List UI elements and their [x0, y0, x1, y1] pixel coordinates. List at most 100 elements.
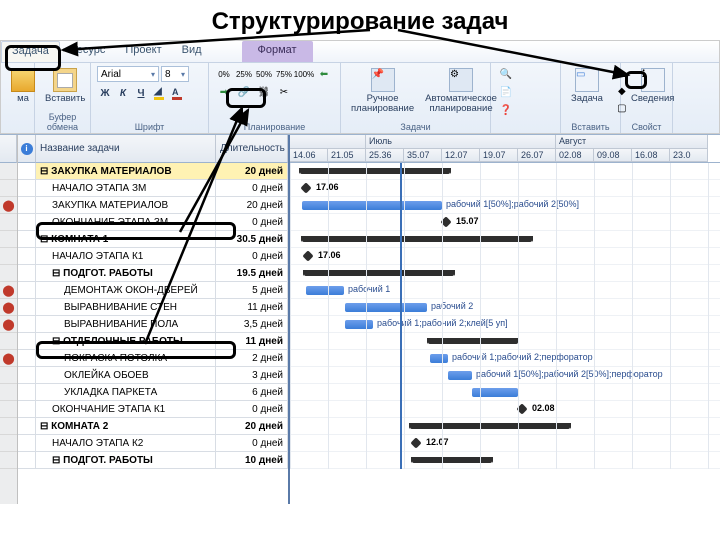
task-name-cell[interactable]: ⊟ ЗАКУПКА МАТЕРИАЛОВ [36, 163, 216, 180]
gantt-row[interactable]: рабочий 2 [290, 299, 720, 316]
task-name-cell[interactable]: ПОКРАСКА ПОТОЛКА [36, 350, 216, 367]
milestone-marker[interactable] [410, 437, 421, 448]
tab-task[interactable]: Задача [1, 41, 60, 62]
duration-cell[interactable]: 20 дней [216, 197, 288, 214]
duration-cell[interactable]: 30.5 дней [216, 231, 288, 248]
task-name-cell[interactable]: ⊟ ПОДГОТ. РАБОТЫ [36, 265, 216, 282]
summary-bar[interactable] [302, 236, 532, 242]
gantt-chart[interactable]: ИюльАвгуст 14.0621.0525.3635.0712.0719.0… [290, 135, 720, 504]
italic-button[interactable]: К [115, 85, 131, 101]
underline-button[interactable]: Ч [133, 85, 149, 101]
manual-schedule-button[interactable]: 📌Ручное планирование [347, 66, 418, 116]
task-name-cell[interactable]: ⊟ КОМНАТА 2 [36, 418, 216, 435]
task-name-cell[interactable]: ВЫРАВНИВАНИЕ СТЕН [36, 299, 216, 316]
duration-cell[interactable]: 20 дней [216, 418, 288, 435]
task-name-cell[interactable]: ⊟ ОТДЕЛОЧНЫЕ РАБОТЫ [36, 333, 216, 350]
task-name-cell[interactable]: ⊟ ПОДГОТ. РАБОТЫ [36, 452, 216, 469]
pct-0-button[interactable]: 0% [215, 66, 233, 82]
task-name-cell[interactable]: ОКОНЧАНИЕ ЭТАПА К1 [36, 401, 216, 418]
task-bar[interactable] [430, 354, 448, 363]
task-name-cell[interactable]: НАЧАЛО ЭТАПА К2 [36, 435, 216, 452]
bold-button[interactable]: Ж [97, 85, 113, 101]
pct-100-button[interactable]: 100% [295, 66, 313, 82]
font-size-select[interactable]: 8▾ [161, 66, 189, 82]
task-name-cell[interactable]: ⊟ КОМНАТА 1 [36, 231, 216, 248]
duration-cell[interactable]: 19.5 дней [216, 265, 288, 282]
gantt-row[interactable] [290, 265, 720, 282]
font-family-select[interactable]: Arial▾ [97, 66, 159, 82]
task-name-cell[interactable]: НАЧАЛО ЭТАПА К1 [36, 248, 216, 265]
duration-cell[interactable]: 3,5 дней [216, 316, 288, 333]
link-button[interactable]: 🔗 [235, 84, 253, 100]
summary-bar[interactable] [300, 168, 450, 174]
duration-cell[interactable]: 10 дней [216, 452, 288, 469]
duration-cell[interactable]: 11 дней [216, 333, 288, 350]
insert-task-button[interactable]: ▭Задача [567, 66, 607, 106]
move-button[interactable]: 📄 [497, 84, 515, 100]
summary-bar[interactable] [304, 270, 454, 276]
info-button[interactable]: ℹСведения [627, 66, 678, 106]
fill-color-button[interactable]: ◢ [151, 85, 167, 101]
gantt-row[interactable]: 02.08 [290, 401, 720, 418]
duration-cell[interactable]: 0 дней [216, 214, 288, 231]
tab-view[interactable]: Вид [172, 41, 212, 62]
auto-schedule-button[interactable]: ⚙Автоматическое планирование [421, 66, 501, 116]
gantt-row[interactable] [290, 418, 720, 435]
task-name-cell[interactable]: ЗАКУПКА МАТЕРИАЛОВ [36, 197, 216, 214]
milestone-marker[interactable] [302, 250, 313, 261]
task-name-cell[interactable]: ВЫРАВНИВАНИЕ ПОЛА [36, 316, 216, 333]
summary-bar[interactable] [410, 423, 570, 429]
task-bar[interactable] [472, 388, 518, 397]
gantt-row[interactable] [290, 231, 720, 248]
gantt-row[interactable]: рабочий 1[50%];рабочий 2[50%] [290, 197, 720, 214]
gantt-row[interactable] [290, 333, 720, 350]
duration-cell[interactable]: 0 дней [216, 401, 288, 418]
gantt-row[interactable]: 12.07 [290, 435, 720, 452]
duration-cell[interactable]: 5 дней [216, 282, 288, 299]
gantt-row[interactable]: 15.07 [290, 214, 720, 231]
task-name-cell[interactable]: УКЛАДКА ПАРКЕТА [36, 384, 216, 401]
duration-cell[interactable]: 6 дней [216, 384, 288, 401]
duration-cell[interactable]: 2 дней [216, 350, 288, 367]
task-name-cell[interactable]: НАЧАЛО ЭТАПА ЗМ [36, 180, 216, 197]
task-name-cell[interactable]: ОКОНЧАНИЕ ЭТАПА ЗМ [36, 214, 216, 231]
split-button[interactable]: ✂ [275, 84, 293, 100]
outdent-button[interactable]: ⬅ [315, 66, 333, 82]
pct-25-button[interactable]: 25% [235, 66, 253, 82]
milestone-marker[interactable] [300, 182, 311, 193]
unlink-button[interactable]: ⛓ [255, 84, 273, 100]
duration-header[interactable]: Длительность [216, 135, 288, 163]
tab-project[interactable]: Проект [115, 41, 171, 62]
mode-button[interactable]: ❓ [497, 102, 515, 118]
duration-cell[interactable]: 0 дней [216, 435, 288, 452]
font-color-button[interactable]: A [169, 85, 185, 101]
task-bar[interactable] [345, 303, 427, 312]
task-name-cell[interactable]: ОКЛЕЙКА ОБОЕВ [36, 367, 216, 384]
task-bar[interactable] [306, 286, 344, 295]
gantt-row[interactable] [290, 384, 720, 401]
duration-cell[interactable]: 0 дней [216, 248, 288, 265]
gantt-row[interactable] [290, 452, 720, 469]
task-name-cell[interactable]: ДЕМОНТАЖ ОКОН-ДВЕРЕЙ [36, 282, 216, 299]
name-header[interactable]: Название задачи [36, 135, 216, 163]
pct-50-button[interactable]: 50% [255, 66, 273, 82]
inspect-button[interactable]: 🔍 [497, 66, 515, 82]
task-bar[interactable] [448, 371, 472, 380]
duration-cell[interactable]: 11 дней [216, 299, 288, 316]
gantt-row[interactable]: рабочий 1[50%];рабочий 2[50%];перфоратор [290, 367, 720, 384]
duration-cell[interactable]: 20 дней [216, 163, 288, 180]
task-bar[interactable] [345, 320, 373, 329]
gantt-row[interactable]: 17.06 [290, 248, 720, 265]
tab-format[interactable]: Формат [242, 41, 313, 62]
gantt-row[interactable] [290, 163, 720, 180]
duration-cell[interactable]: 3 дней [216, 367, 288, 384]
gantt-row[interactable]: 17.06 [290, 180, 720, 197]
gantt-row[interactable]: рабочий 1;рабочий 2;перфоратор [290, 350, 720, 367]
duration-cell[interactable]: 0 дней [216, 180, 288, 197]
tab-resource[interactable]: Ресурс [60, 41, 115, 62]
gantt-row[interactable]: рабочий 1;рабочий 2;клей[5 уп] [290, 316, 720, 333]
pct-75-button[interactable]: 75% [275, 66, 293, 82]
gantt-row[interactable]: рабочий 1 [290, 282, 720, 299]
paste-button[interactable]: Вставить [41, 66, 89, 106]
indent-button[interactable]: ➡ [215, 84, 233, 100]
